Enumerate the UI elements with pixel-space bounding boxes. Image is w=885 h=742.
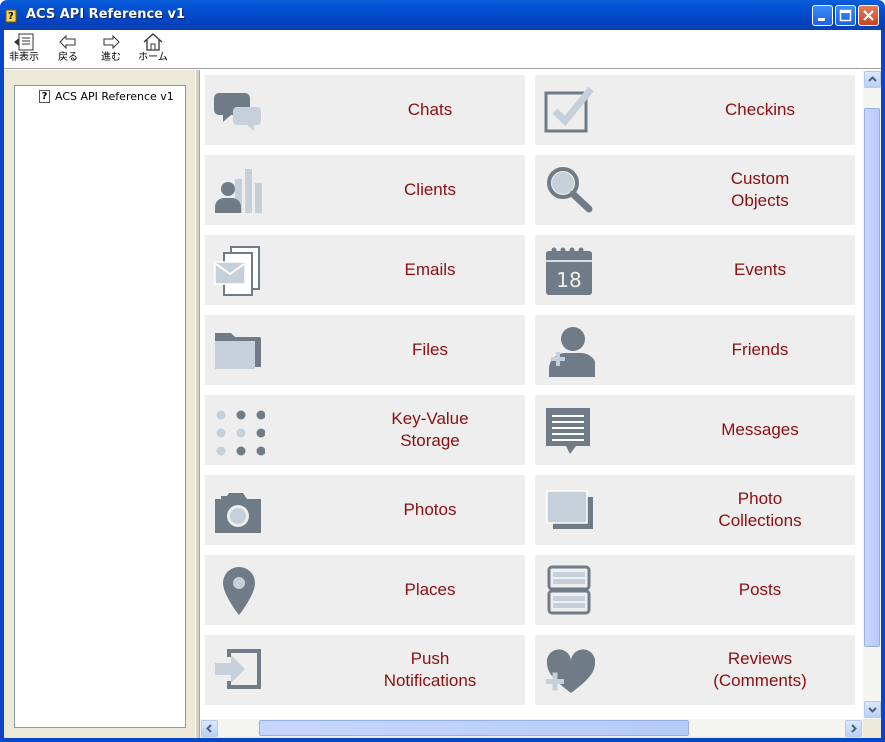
tile-label: Emails <box>404 260 456 279</box>
maximize-button[interactable] <box>835 5 856 26</box>
camera-icon <box>215 493 261 533</box>
tile-label: Photo Collections <box>718 489 802 530</box>
tile-label: Clients <box>404 180 456 199</box>
tile-emails[interactable]: Emails <box>205 235 525 305</box>
close-icon <box>863 10 874 21</box>
window-border-bottom <box>0 738 885 742</box>
user-chart-icon <box>215 169 262 213</box>
scroll-left-button[interactable] <box>201 720 218 737</box>
tile-key-value-storage[interactable]: Key-Value Storage <box>205 395 525 465</box>
scroll-right-button[interactable] <box>845 720 862 737</box>
tile-label: Places <box>404 580 456 599</box>
tree-item-label: ACS API Reference v1 <box>55 90 174 103</box>
tile-messages[interactable]: Messages <box>535 395 855 465</box>
scrollbar-corner <box>863 719 881 737</box>
tile-events[interactable]: 18 Events <box>535 235 855 305</box>
chevron-up-icon <box>868 76 877 82</box>
home-button[interactable]: ホーム <box>133 32 173 68</box>
hide-pane-button[interactable]: 非表示 <box>4 32 44 68</box>
tile-custom-objects[interactable]: Custom Objects <box>535 155 855 225</box>
back-arrow-icon <box>59 34 76 50</box>
tile-photo-collections[interactable]: Photo Collections <box>535 475 855 545</box>
calendar-icon: 18 <box>546 247 592 295</box>
contents-tree[interactable]: ? ACS API Reference v1 <box>14 85 186 728</box>
maximize-icon <box>839 9 852 22</box>
add-friend-icon <box>549 327 595 377</box>
content-pane: Chats Checkins Clients Custom Objects Emails… <box>200 70 863 719</box>
horizontal-scrollbar[interactable] <box>200 719 863 737</box>
tile-label: Key-Value Storage <box>391 409 469 450</box>
minimize-icon <box>818 18 825 21</box>
hide-pane-icon <box>14 33 34 51</box>
tile-label: Messages <box>721 420 799 439</box>
vertical-scrollbar[interactable] <box>863 70 881 719</box>
tile-push-notifications[interactable]: Push Notifications <box>205 635 525 705</box>
tile-photos[interactable]: Photos <box>205 475 525 545</box>
chevron-right-icon <box>851 724 857 733</box>
tile-label: Checkins <box>725 100 795 119</box>
forward-arrow-icon <box>103 34 120 50</box>
tile-label: Events <box>734 260 786 279</box>
tile-files[interactable]: Files <box>205 315 525 385</box>
tile-label: Reviews (Comments) <box>713 649 807 690</box>
heart-plus-icon <box>546 649 595 693</box>
message-icon <box>546 408 590 454</box>
chat-bubbles-icon <box>214 93 261 131</box>
envelope-stack-icon <box>214 246 260 296</box>
home-label: ホーム <box>138 52 168 63</box>
tile-label: Files <box>412 340 448 359</box>
scroll-down-button[interactable] <box>864 701 881 718</box>
tile-label: Chats <box>407 100 453 119</box>
window-title: ACS API Reference v1 <box>26 7 186 22</box>
minimize-button[interactable] <box>812 5 833 26</box>
dot-grid-icon <box>216 410 265 456</box>
tile-label: Photos <box>403 500 457 519</box>
calendar-day-number: 18 <box>556 268 581 292</box>
close-button[interactable] <box>858 5 879 26</box>
tile-places[interactable]: Places <box>205 555 525 625</box>
hide-pane-label: 非表示 <box>9 52 39 63</box>
back-label: 戻る <box>58 52 78 63</box>
tile-clients[interactable]: Clients <box>205 155 525 225</box>
forward-label: 進む <box>101 52 121 63</box>
home-icon <box>143 33 163 51</box>
photo-stack-icon <box>546 490 593 529</box>
tile-label: Friends <box>731 340 789 359</box>
scroll-up-button[interactable] <box>864 71 881 88</box>
forward-button[interactable]: 進む <box>91 32 131 68</box>
toolbar: 非表示 戻る 進む ホーム <box>4 30 881 69</box>
tile-posts[interactable]: Posts <box>535 555 855 625</box>
tile-label: Custom Objects <box>730 169 790 210</box>
window-border-right <box>881 30 885 742</box>
push-arrow-icon <box>215 649 261 689</box>
map-pin-icon <box>223 567 255 615</box>
help-page-icon: ? <box>39 90 50 103</box>
back-button[interactable]: 戻る <box>48 32 88 68</box>
help-book-icon: ? <box>5 9 17 23</box>
svg-text:?: ? <box>8 11 14 22</box>
tile-reviews-comments[interactable]: Reviews (Comments) <box>535 635 855 705</box>
chevron-left-icon <box>206 724 212 733</box>
post-stack-icon <box>547 565 591 615</box>
vertical-scroll-thumb[interactable] <box>864 108 880 647</box>
horizontal-scroll-thumb[interactable] <box>259 720 689 736</box>
tile-label: Posts <box>738 580 782 599</box>
title-bar[interactable]: ? ACS API Reference v1 <box>0 0 885 30</box>
tile-friends[interactable]: Friends <box>535 315 855 385</box>
tile-chats[interactable]: Chats <box>205 75 525 145</box>
magnifier-icon <box>547 167 593 213</box>
chevron-down-icon <box>868 707 877 713</box>
tile-label: Push Notifications <box>383 649 477 690</box>
checkbox-icon <box>544 86 594 133</box>
folder-icon <box>215 333 261 369</box>
tile-checkins[interactable]: Checkins <box>535 75 855 145</box>
